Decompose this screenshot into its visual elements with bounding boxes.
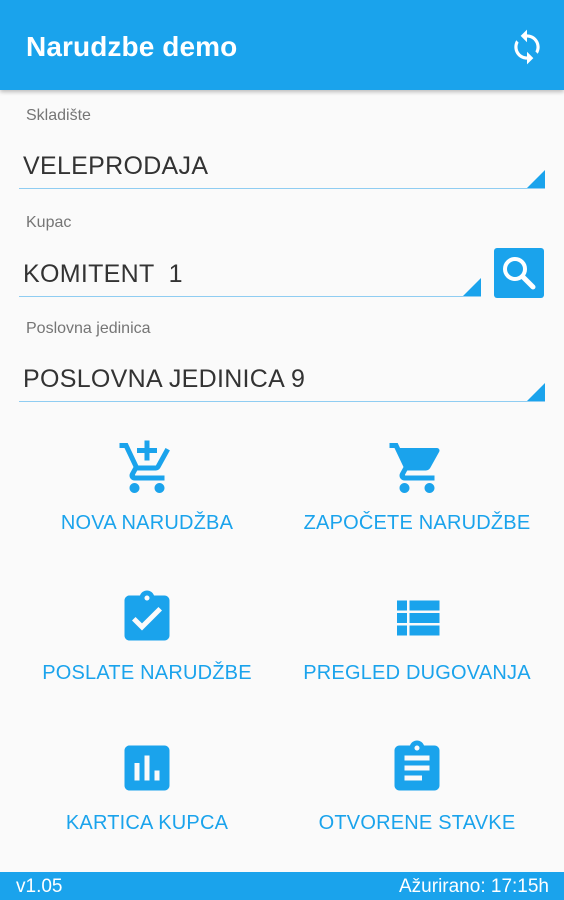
debt-overview-label: PREGLED DUGOVANJA	[303, 662, 531, 684]
started-orders-button[interactable]: ZAPOČETE NARUDŽBE	[276, 430, 558, 570]
unit-spinner[interactable]: POSLOVNA JEDINICA 9	[19, 361, 545, 402]
dropdown-arrow-icon	[463, 278, 481, 296]
customer-spinner[interactable]: KOMITENT 1	[19, 256, 481, 297]
cart-icon	[389, 443, 440, 493]
sent-orders-label: POSLATE NARUDŽBE	[42, 662, 252, 684]
app-title: Narudzbe demo	[26, 31, 238, 62]
app-bar: Narudzbe demo	[0, 0, 564, 90]
warehouse-spinner[interactable]: VELEPRODAJA	[19, 148, 545, 189]
open-items-label: OTVORENE STAVKE	[318, 812, 516, 834]
list-icon	[397, 600, 440, 636]
open-items-button[interactable]: OTVORENE STAVKE	[276, 730, 558, 870]
refresh-icon[interactable]	[508, 28, 546, 66]
version-label: v1.05	[16, 876, 63, 897]
customer-label: Kupac	[26, 214, 72, 231]
clipboard-text-icon	[394, 740, 440, 791]
status-bar: v1.05 Ažurirano: 17:15h	[0, 872, 564, 900]
warehouse-label: Skladište	[26, 107, 91, 124]
bar-chart-icon	[124, 745, 170, 791]
started-orders-label: ZAPOČETE NARUDŽBE	[303, 512, 531, 534]
dropdown-arrow-icon	[527, 170, 545, 188]
debt-overview-button[interactable]: PREGLED DUGOVANJA	[276, 580, 558, 720]
sent-orders-button[interactable]: POSLATE NARUDŽBE	[6, 580, 288, 720]
unit-label: Poslovna jedinica	[26, 320, 151, 337]
clipboard-check-icon	[124, 590, 170, 641]
customer-card-label: KARTICA KUPCA	[65, 812, 229, 834]
unit-value: POSLOVNA JEDINICA 9	[23, 365, 306, 393]
customer-search-button[interactable]	[494, 248, 544, 298]
warehouse-value: VELEPRODAJA	[23, 152, 209, 180]
search-icon	[503, 257, 536, 290]
new-order-button[interactable]: NOVA NARUDŽBA	[6, 430, 288, 570]
new-order-label: NOVA NARUDŽBA	[60, 512, 234, 534]
customer-card-button[interactable]: KARTICA KUPCA	[6, 730, 288, 870]
last-updated-label: Ažurirano: 17:15h	[399, 876, 549, 897]
cart-add-icon	[119, 440, 170, 493]
dropdown-arrow-icon	[527, 383, 545, 401]
customer-value: KOMITENT 1	[23, 260, 183, 288]
